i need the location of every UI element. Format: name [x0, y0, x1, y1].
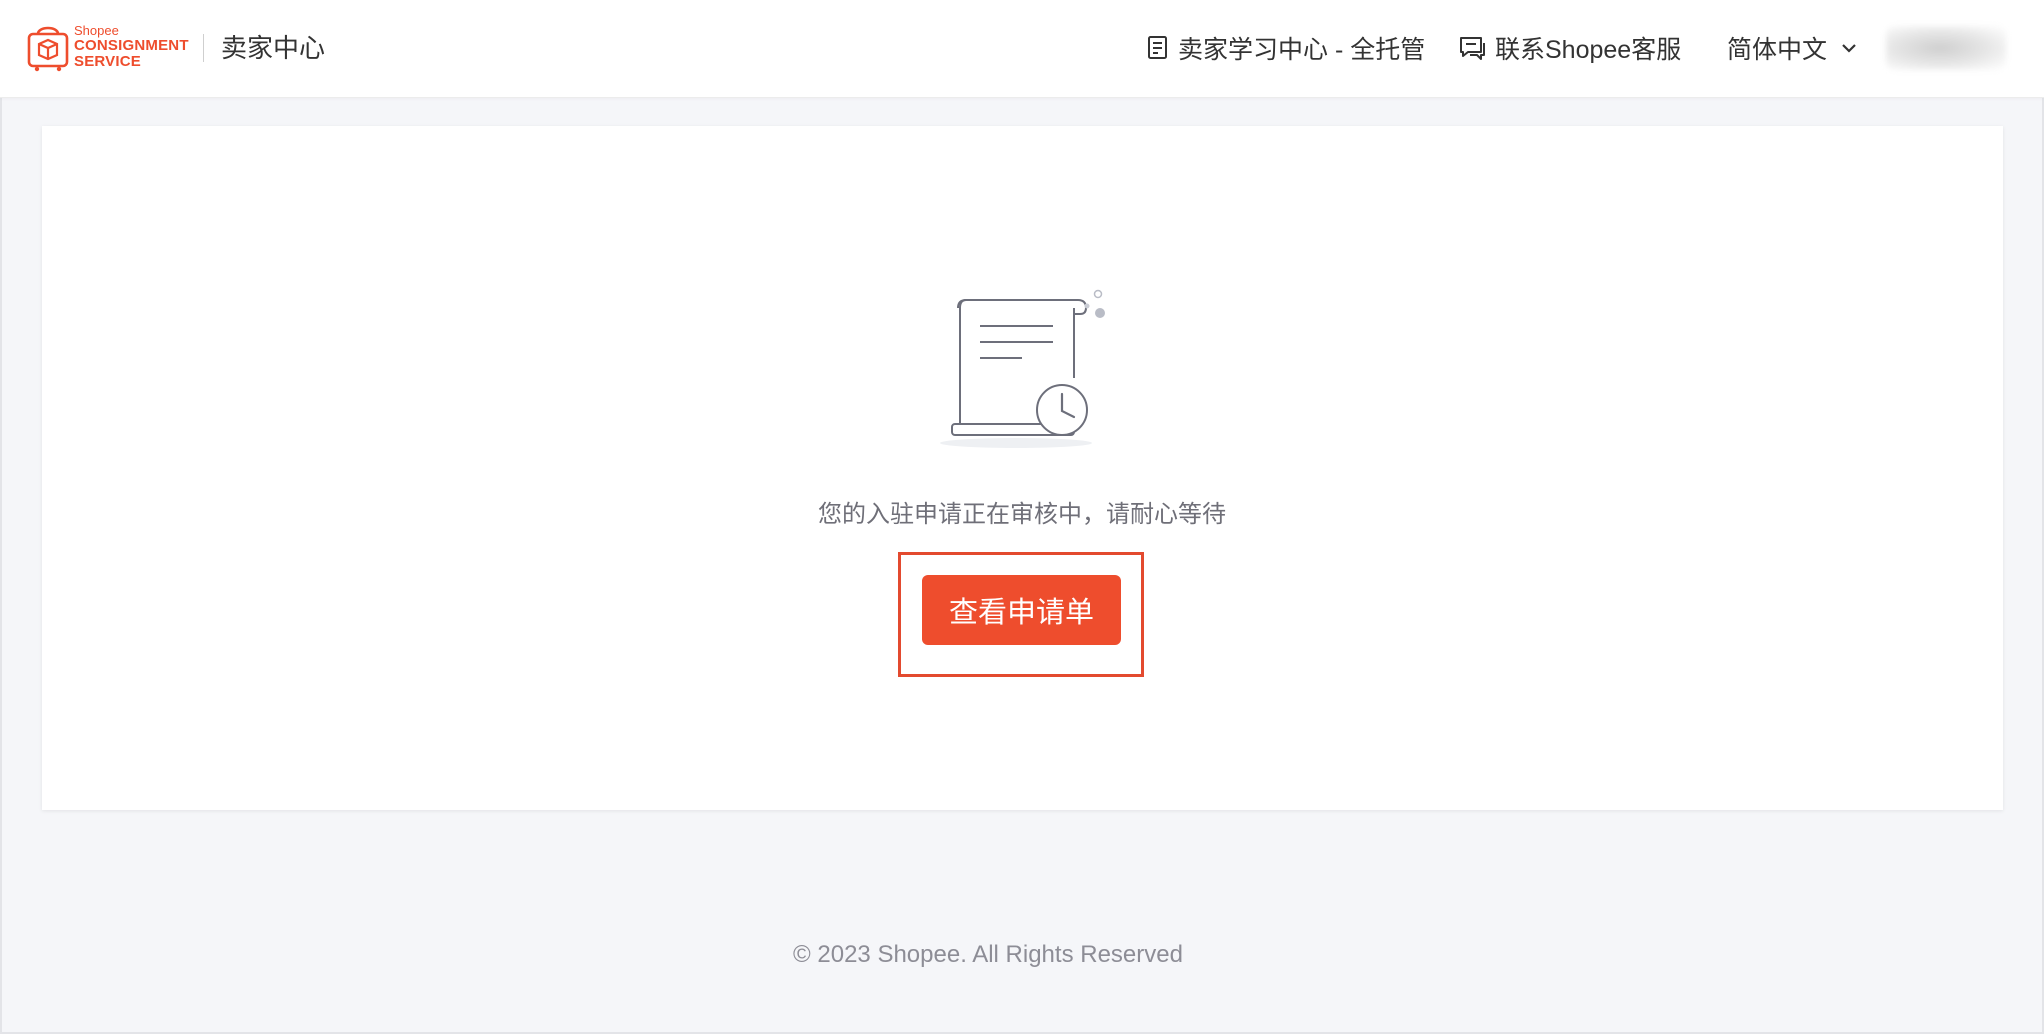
logo-line-1: CONSIGNMENT [74, 37, 189, 54]
shopping-bag-icon [27, 26, 69, 72]
logo-wordmark: Shopee CONSIGNMENT SERVICE [74, 24, 189, 70]
language-selector[interactable]: 简体中文 [1727, 30, 1857, 66]
shopee-consignment-logo[interactable]: Shopee CONSIGNMENT SERVICE [26, 22, 189, 74]
chat-icon [1460, 37, 1485, 60]
user-avatar-blurred[interactable] [1886, 26, 2006, 70]
document-icon [1148, 36, 1167, 59]
nav-learning-center[interactable]: 卖家学习中心 - 全托管 [1146, 30, 1425, 66]
chevron-down-icon [1842, 44, 1856, 53]
nav-learning-center-label: 卖家学习中心 - 全托管 [1178, 36, 1426, 64]
seller-center-title[interactable]: 卖家中心 [221, 30, 325, 66]
logo-brand-small: Shopee [74, 23, 119, 38]
footer-copyright: © 2023 Shopee. All Rights Reserved [793, 941, 1183, 968]
document-clock-icon [940, 289, 1105, 448]
content-card [42, 126, 2003, 810]
nav-customer-service-label: 联系Shopee客服 [1495, 36, 1682, 64]
top-header: Shopee CONSIGNMENT SERVICE 卖家中心 卖家学习中心 -… [0, 0, 2044, 98]
language-label: 简体中文 [1727, 36, 1828, 64]
header-divider [203, 34, 204, 62]
nav-customer-service[interactable]: 联系Shopee客服 [1459, 30, 1681, 66]
view-application-button[interactable]: 查看申请单 [922, 575, 1121, 645]
logo-line-2: SERVICE [74, 53, 141, 70]
review-status-text: 您的入驻申请正在审核中，请耐心等待 [818, 501, 1226, 528]
